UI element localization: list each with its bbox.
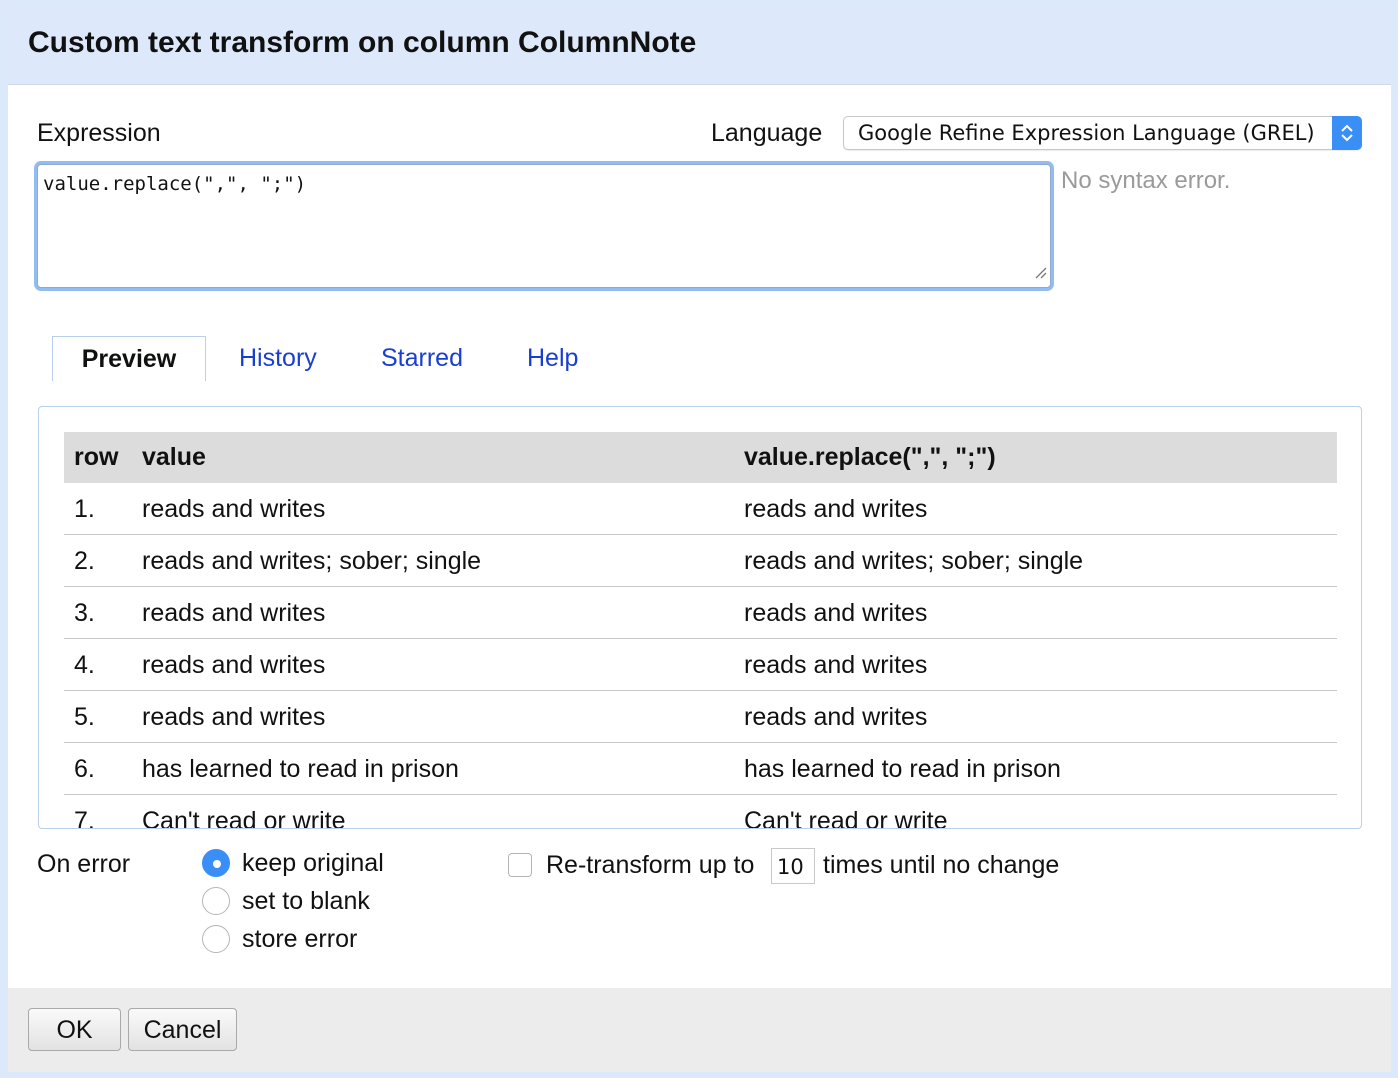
- row-number: 3.: [74, 599, 95, 627]
- row-value: Can't read or write: [142, 807, 346, 829]
- row-number: 1.: [74, 495, 95, 523]
- row-value: reads and writes: [142, 703, 326, 731]
- table-row: 6. has learned to read in prison has lea…: [64, 743, 1337, 795]
- radio-unselected-icon[interactable]: [202, 925, 230, 953]
- table-row: 2. reads and writes; sober; single reads…: [64, 535, 1337, 587]
- expression-text: value.replace(",", ";"): [43, 173, 307, 195]
- radio-label: store error: [242, 925, 358, 953]
- retransform-checkbox[interactable]: [508, 853, 532, 877]
- tab-history[interactable]: History: [239, 336, 317, 381]
- retransform-label-before: Re-transform up to: [546, 851, 755, 879]
- expression-label: Expression: [37, 119, 161, 147]
- cancel-button[interactable]: Cancel: [128, 1008, 237, 1051]
- retransform-count-input[interactable]: 10: [771, 848, 815, 884]
- row-number: 5.: [74, 703, 95, 731]
- dialog-frame: Custom text transform on column ColumnNo…: [0, 0, 1398, 1078]
- row-value: reads and writes: [142, 651, 326, 679]
- on-error-label: On error: [37, 850, 131, 878]
- transform-dialog: Custom text transform on column ColumnNo…: [8, 6, 1391, 1072]
- ok-button[interactable]: OK: [28, 1008, 121, 1051]
- table-row: 7. Can't read or write Can't read or wri…: [64, 795, 1337, 829]
- row-result: reads and writes: [744, 703, 928, 731]
- row-result: reads and writes; sober; single: [744, 547, 1084, 575]
- radio-selected-icon[interactable]: [202, 849, 230, 877]
- header-result: value.replace(",", ";"): [744, 443, 996, 471]
- row-result: reads and writes: [744, 495, 928, 523]
- row-number: 4.: [74, 651, 95, 679]
- row-number: 6.: [74, 755, 95, 783]
- syntax-status: No syntax error.: [1061, 167, 1231, 194]
- tab-help[interactable]: Help: [527, 336, 578, 381]
- select-arrows-icon: [1332, 116, 1362, 150]
- header-value: value: [142, 443, 206, 471]
- dialog-title: Custom text transform on column ColumnNo…: [28, 26, 697, 59]
- retransform-label-after: times until no change: [823, 851, 1060, 879]
- language-label: Language: [711, 119, 823, 147]
- row-value: reads and writes: [142, 599, 326, 627]
- radio-unselected-icon[interactable]: [202, 887, 230, 915]
- row-result: has learned to read in prison: [744, 755, 1061, 783]
- tab-preview[interactable]: Preview: [52, 336, 206, 381]
- row-result: reads and writes: [744, 651, 928, 679]
- radio-label: set to blank: [242, 887, 370, 915]
- dialog-header: Custom text transform on column ColumnNo…: [8, 6, 1391, 85]
- language-select[interactable]: Google Refine Expression Language (GREL): [843, 116, 1362, 150]
- table-row: 4. reads and writes reads and writes: [64, 639, 1337, 691]
- language-selected-value: Google Refine Expression Language (GREL): [858, 121, 1315, 145]
- dialog-footer: OK Cancel: [8, 988, 1391, 1072]
- preview-panel[interactable]: row value value.replace(",", ";") 1. rea…: [38, 406, 1362, 829]
- preview-table: row value value.replace(",", ";") 1. rea…: [64, 432, 1337, 829]
- row-value: reads and writes: [142, 495, 326, 523]
- table-row: 5. reads and writes reads and writes: [64, 691, 1337, 743]
- row-result: reads and writes: [744, 599, 928, 627]
- row-number: 7.: [74, 807, 95, 829]
- row-value: has learned to read in prison: [142, 755, 459, 783]
- row-result: Can't read or write: [744, 807, 948, 829]
- table-row: 1. reads and writes reads and writes: [64, 483, 1337, 535]
- row-value: reads and writes; sober; single: [142, 547, 482, 575]
- radio-label: keep original: [242, 849, 384, 877]
- table-row: 3. reads and writes reads and writes: [64, 587, 1337, 639]
- header-row: row: [74, 443, 119, 471]
- expression-textarea[interactable]: value.replace(",", ";"): [37, 164, 1051, 288]
- tab-starred[interactable]: Starred: [381, 336, 463, 381]
- table-header: row value value.replace(",", ";"): [64, 432, 1337, 483]
- row-number: 2.: [74, 547, 95, 575]
- resize-grip-icon[interactable]: [1033, 265, 1047, 284]
